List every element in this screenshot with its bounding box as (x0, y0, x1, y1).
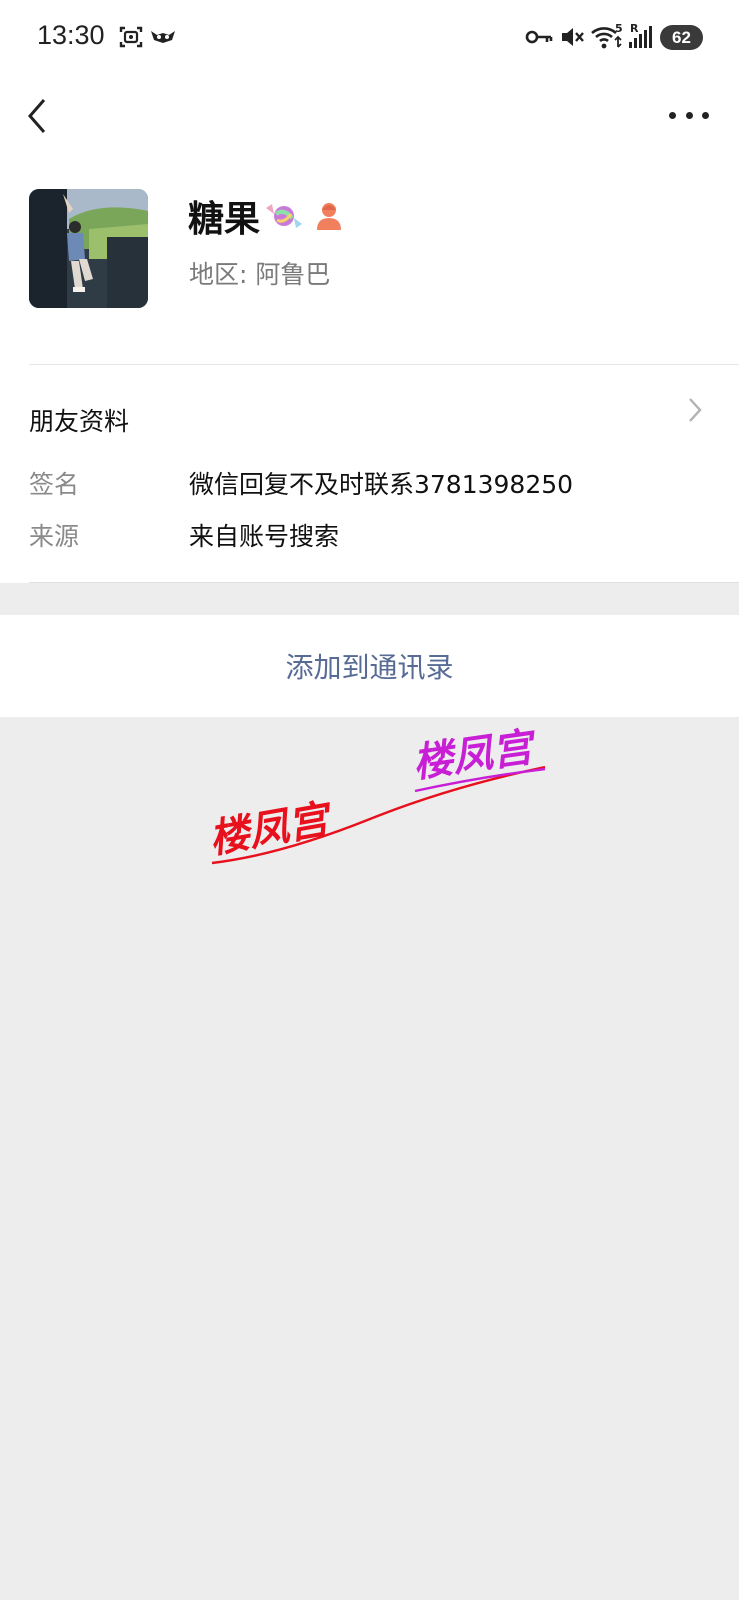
more-options-button[interactable] (669, 100, 709, 130)
more-dot (685, 111, 693, 119)
name-row: 糖果 (188, 192, 344, 240)
watermark-text-purple: 楼凤宫 (410, 724, 540, 787)
contact-region: 地区: 阿鲁巴 (189, 260, 331, 289)
incognito-icon (149, 22, 177, 52)
mute-icon (559, 22, 585, 52)
divider (29, 364, 739, 365)
source-value: 来自账号搜索 (189, 522, 340, 551)
battery-indicator: 62 (660, 25, 703, 50)
contact-name: 糖果 (188, 199, 261, 240)
signature-label: 签名 (29, 470, 80, 499)
avatar[interactable] (29, 189, 148, 308)
friend-info-title[interactable]: 朋友资料 (29, 402, 129, 438)
status-time: 13:30 (37, 20, 105, 50)
network-generation: 5 (615, 22, 623, 35)
signal-roaming-label: R (630, 22, 639, 35)
add-to-contacts-label: 添加到通讯录 (285, 651, 454, 684)
more-dot (702, 111, 709, 119)
watermark-logo: 楼凤宫 楼凤宫 (206, 724, 546, 865)
candy-icon (266, 204, 303, 228)
chevron-left-icon (28, 99, 46, 133)
add-to-contacts-button[interactable]: 添加到通讯录 (0, 615, 739, 717)
screen-capture-icon (117, 22, 145, 52)
signature-value: 微信回复不及时联系3781398250 (189, 470, 574, 499)
divider (29, 582, 739, 583)
friend-info-chevron-icon[interactable] (685, 395, 705, 425)
more-dot (669, 111, 676, 119)
vpn-key-icon (525, 22, 553, 52)
back-button[interactable] (22, 94, 62, 138)
status-bar: 13:30 5 R 62 (0, 0, 739, 76)
source-label: 来源 (29, 522, 80, 551)
female-gender-icon (317, 203, 342, 230)
